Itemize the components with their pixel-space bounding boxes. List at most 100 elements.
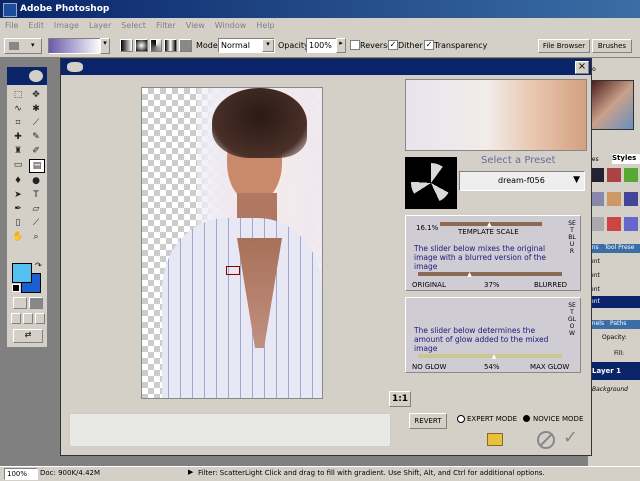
transparency-checkbox[interactable]: ✓ bbox=[424, 40, 434, 50]
menu-window[interactable]: Window bbox=[210, 18, 252, 33]
gradient-preview[interactable] bbox=[48, 38, 102, 54]
template-scale-thumb[interactable]: ▲ bbox=[487, 221, 492, 228]
style-swatch[interactable] bbox=[590, 216, 604, 231]
info-tab[interactable]: fo bbox=[588, 66, 640, 76]
jump-to-imageready-icon[interactable]: ⇄ bbox=[13, 329, 43, 343]
marquee-tool-icon[interactable]: ⬚ bbox=[11, 89, 25, 101]
close-button[interactable]: × bbox=[575, 61, 589, 74]
notes-tool-icon[interactable]: ▯ bbox=[11, 217, 25, 229]
quick-mask-icon[interactable] bbox=[29, 297, 43, 309]
lasso-tool-icon[interactable]: ∿ bbox=[11, 103, 25, 115]
open-folder-icon[interactable] bbox=[487, 433, 503, 446]
slice-tool-icon[interactable]: ⟋ bbox=[29, 117, 43, 129]
style-swatch[interactable] bbox=[624, 192, 638, 207]
gradient-dropdown-button[interactable]: ▾ bbox=[100, 38, 110, 54]
style-swatch[interactable] bbox=[624, 168, 638, 182]
navigator-thumbnail[interactable] bbox=[590, 80, 634, 130]
novice-mode-label: NOVICE MODE bbox=[533, 415, 584, 423]
clone-stamp-tool-icon[interactable]: ♜ bbox=[11, 145, 25, 157]
full-screen-menu-icon[interactable] bbox=[23, 313, 33, 324]
menu-help[interactable]: Help bbox=[251, 18, 279, 33]
menu-select[interactable]: Select bbox=[116, 18, 151, 33]
blur-slider-thumb[interactable]: ▲ bbox=[467, 271, 472, 278]
novice-mode-radio[interactable] bbox=[523, 415, 530, 422]
radial-gradient-icon[interactable] bbox=[134, 39, 148, 52]
menu-view[interactable]: View bbox=[181, 18, 210, 33]
dodge-tool-icon[interactable]: ● bbox=[29, 175, 43, 187]
hand-tool-icon[interactable]: ✋ bbox=[11, 231, 25, 243]
full-screen-icon[interactable] bbox=[35, 313, 45, 324]
styles-tab[interactable]: Styles bbox=[612, 154, 640, 164]
blur-tool-icon[interactable]: ♦ bbox=[11, 175, 25, 187]
eraser-tool-icon[interactable]: ▭ bbox=[11, 159, 25, 171]
type-tool-icon[interactable]: T bbox=[29, 189, 43, 201]
shape-tool-icon[interactable]: ▱ bbox=[29, 203, 43, 215]
style-swatch[interactable] bbox=[607, 192, 621, 207]
standard-mode-icon[interactable] bbox=[13, 297, 27, 309]
cancel-icon[interactable] bbox=[537, 431, 555, 449]
move-tool-icon[interactable]: ✥ bbox=[29, 89, 43, 101]
tool-presets-tab[interactable]: Tool Prese bbox=[605, 244, 635, 251]
reverse-checkbox[interactable] bbox=[350, 40, 360, 50]
background-layer-row[interactable]: Background bbox=[592, 386, 628, 393]
brush-tool-icon[interactable]: ✎ bbox=[29, 131, 43, 143]
blur-slider-track[interactable]: ▲ bbox=[418, 271, 562, 278]
glow-slider-thumb[interactable]: ▲ bbox=[492, 353, 497, 360]
ok-check-icon[interactable]: ✓ bbox=[563, 427, 578, 448]
angle-gradient-icon[interactable] bbox=[149, 39, 163, 52]
style-swatch[interactable] bbox=[624, 216, 638, 231]
style-swatch[interactable] bbox=[607, 168, 621, 182]
history-brush-tool-icon[interactable]: ✐ bbox=[29, 145, 43, 157]
status-menu-arrow-icon[interactable]: ▶ bbox=[188, 468, 193, 476]
tool-preset-picker[interactable]: ▾ bbox=[4, 38, 42, 54]
file-browser-tab[interactable]: File Browser bbox=[538, 39, 590, 53]
zoom-1-1-button[interactable]: 1:1 bbox=[389, 391, 411, 407]
image-preview-canvas[interactable] bbox=[141, 87, 323, 399]
healing-brush-tool-icon[interactable]: ✚ bbox=[11, 131, 25, 143]
status-bar: 100% Doc: 900K/4.42M ▶ Filter: ScatterLi… bbox=[0, 466, 640, 481]
crop-tool-icon[interactable]: ⌗ bbox=[11, 117, 25, 129]
style-swatch[interactable] bbox=[607, 216, 621, 231]
history-row-selected[interactable]: ent bbox=[588, 296, 640, 308]
zoom-tool-icon[interactable]: ⌕ bbox=[29, 231, 43, 243]
zoom-level-value: 100% bbox=[7, 470, 28, 478]
layer-1-row[interactable]: Layer 1 bbox=[588, 362, 640, 380]
reflected-gradient-icon[interactable] bbox=[164, 39, 178, 52]
standard-screen-icon[interactable] bbox=[11, 313, 21, 324]
swap-colors-icon[interactable]: ↷ bbox=[35, 261, 42, 270]
toolbox-header[interactable] bbox=[7, 67, 47, 85]
preview-thumbnail[interactable] bbox=[405, 79, 587, 151]
opacity-input[interactable]: 100% bbox=[306, 38, 338, 53]
style-swatch[interactable] bbox=[590, 192, 604, 207]
dither-checkbox[interactable]: ✓ bbox=[388, 40, 398, 50]
diamond-gradient-icon[interactable] bbox=[179, 39, 192, 52]
menu-file[interactable]: File bbox=[0, 18, 23, 33]
selection-marker[interactable] bbox=[226, 266, 240, 275]
style-swatch[interactable] bbox=[590, 168, 604, 182]
opacity-input-value: 100% bbox=[309, 41, 332, 50]
zoom-level-field[interactable]: 100% bbox=[4, 468, 38, 480]
opacity-dropdown-button[interactable]: ▸ bbox=[336, 38, 346, 53]
glow-slider-track[interactable]: ▲ bbox=[418, 353, 562, 360]
menu-filter[interactable]: Filter bbox=[151, 18, 181, 33]
menu-layer[interactable]: Layer bbox=[84, 18, 116, 33]
preset-select[interactable]: dream-f056 ▼ bbox=[459, 171, 585, 191]
foreground-color-swatch[interactable] bbox=[12, 263, 32, 283]
path-selection-tool-icon[interactable]: ➤ bbox=[11, 189, 25, 201]
blur-value: 37% bbox=[484, 281, 500, 289]
eyedropper-tool-icon[interactable]: ⟋ bbox=[29, 217, 43, 229]
default-colors-icon[interactable] bbox=[12, 284, 20, 292]
mode-select[interactable]: Normal ▾ bbox=[218, 38, 275, 53]
expert-mode-radio[interactable] bbox=[457, 415, 465, 423]
template-scale-track[interactable]: ▲ bbox=[440, 221, 542, 228]
revert-button[interactable]: REVERT bbox=[409, 413, 447, 429]
menu-edit[interactable]: Edit bbox=[23, 18, 49, 33]
set-glow-label: SET GLOW bbox=[568, 302, 576, 337]
paths-tab[interactable]: Paths bbox=[610, 320, 626, 327]
linear-gradient-icon[interactable] bbox=[120, 39, 133, 52]
pen-tool-icon[interactable]: ✒ bbox=[11, 203, 25, 215]
menu-image[interactable]: Image bbox=[49, 18, 84, 33]
gradient-tool-icon[interactable]: ▤ bbox=[29, 159, 45, 173]
brushes-tab[interactable]: Brushes bbox=[592, 39, 632, 53]
magic-wand-tool-icon[interactable]: ✱ bbox=[29, 103, 43, 115]
